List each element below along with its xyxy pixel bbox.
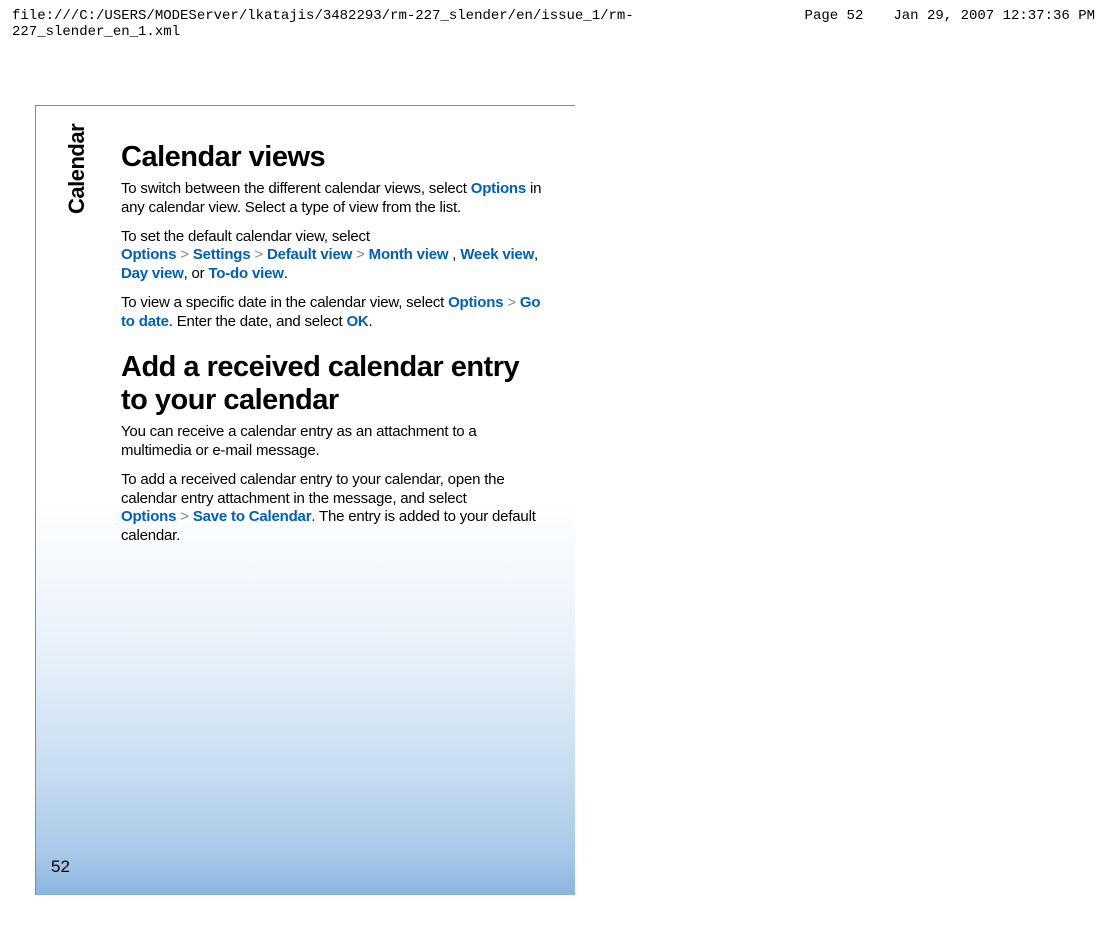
- text: To view a specific date in the calendar …: [121, 294, 448, 311]
- paragraph-calendar-views-3: To view a specific date in the calendar …: [121, 294, 551, 332]
- file-path: file:///C:/USERS/MODEServer/lkatajis/348…: [12, 8, 775, 40]
- highlight-options: Options: [121, 246, 176, 263]
- paragraph-add-received-1: You can receive a calendar entry as an a…: [121, 423, 551, 461]
- text: To set the default calendar view, select: [121, 228, 370, 245]
- content-area: Calendar views To switch between the dif…: [121, 141, 551, 556]
- page-number: 52: [51, 857, 70, 877]
- highlight-month-view: Month view: [369, 246, 449, 263]
- heading-calendar-views: Calendar views: [121, 141, 551, 174]
- highlight-default-view: Default view: [267, 246, 352, 263]
- highlight-todo-view: To-do view: [208, 265, 283, 282]
- side-label: Calendar: [64, 124, 90, 214]
- separator-chevron: >: [352, 246, 369, 263]
- text: ,: [534, 246, 538, 263]
- separator-chevron: >: [176, 508, 193, 525]
- paragraph-calendar-views-2: To set the default calendar view, select…: [121, 228, 551, 284]
- header-bar: file:///C:/USERS/MODEServer/lkatajis/348…: [0, 0, 1107, 44]
- text: .: [284, 265, 288, 282]
- text: You can receive a calendar entry as an a…: [121, 423, 477, 459]
- highlight-ok: OK: [346, 313, 368, 330]
- heading-add-received: Add a received calendar entry to your ca…: [121, 351, 551, 417]
- paragraph-calendar-views-1: To switch between the different calendar…: [121, 180, 551, 218]
- text: , or: [184, 265, 209, 282]
- highlight-day-view: Day view: [121, 265, 184, 282]
- highlight-week-view: Week view: [460, 246, 534, 263]
- page-label: Page 52: [805, 8, 864, 40]
- text: ,: [448, 246, 460, 263]
- highlight-settings: Settings: [193, 246, 251, 263]
- highlight-options: Options: [471, 180, 526, 197]
- separator-chevron: >: [176, 246, 193, 263]
- separator-chevron: >: [250, 246, 267, 263]
- highlight-options: Options: [121, 508, 176, 525]
- text: To switch between the different calendar…: [121, 180, 471, 197]
- timestamp: Jan 29, 2007 12:37:36 PM: [893, 8, 1095, 40]
- page-container: Calendar Calendar views To switch betwee…: [35, 105, 575, 895]
- text: To add a received calendar entry to your…: [121, 471, 504, 507]
- highlight-options: Options: [448, 294, 503, 311]
- separator-chevron: >: [503, 294, 520, 311]
- text: . Enter the date, and select: [169, 313, 347, 330]
- paragraph-add-received-2: To add a received calendar entry to your…: [121, 471, 551, 546]
- highlight-save-to-calendar: Save to Calendar: [193, 508, 312, 525]
- text: .: [369, 313, 373, 330]
